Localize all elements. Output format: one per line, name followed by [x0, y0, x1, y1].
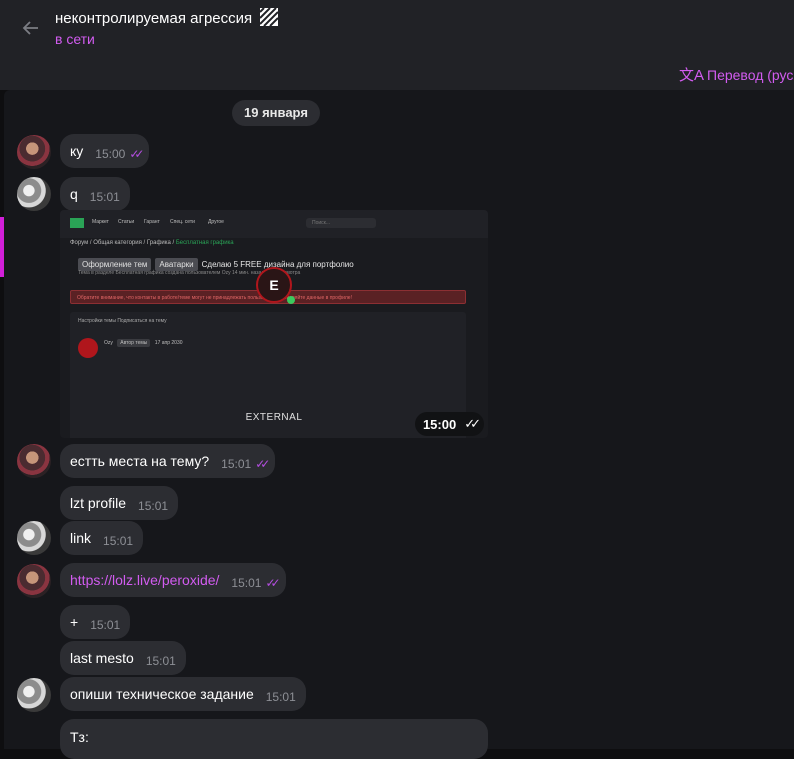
screenshot-navbar: Маркет Статьи Гарант Спец. сети Другое П… — [60, 210, 488, 238]
online-dot — [287, 296, 295, 304]
message-time: 15:00 — [95, 147, 126, 161]
arrow-left-icon[interactable] — [21, 18, 41, 38]
date-separator: 19 января — [232, 100, 320, 126]
avatar[interactable] — [17, 521, 51, 555]
message-bubble[interactable]: q 15:01 — [60, 177, 130, 211]
photo-time: 15:00 — [422, 416, 457, 432]
message-time: 15:01 — [103, 534, 134, 548]
translate-icon: 文A — [679, 67, 705, 84]
message-bubble[interactable]: опиши техническое задание 15:01 — [60, 677, 306, 711]
avatar[interactable] — [17, 135, 51, 169]
message-time: 15:01 — [90, 618, 121, 632]
read-check-icon: ✓✓ — [464, 416, 481, 431]
message-bubble[interactable]: Тз: — [60, 719, 488, 759]
online-status: в сети — [55, 31, 95, 47]
breadcrumb-item: Бесплатная графика — [175, 240, 234, 246]
post-author-avatar — [78, 338, 98, 358]
read-check-icon: ✓✓ — [265, 576, 280, 590]
translate-button[interactable]: 文AПеревод (русск — [679, 64, 794, 85]
message-bubble[interactable]: естть места на тему? 15:01 ✓✓ — [60, 444, 276, 478]
message-text: last mesto — [70, 650, 134, 666]
read-check-icon: ✓✓ — [129, 147, 144, 161]
message-link[interactable]: https://lolz.live/peroxide/ — [70, 572, 219, 588]
message-text: lzt profile — [70, 495, 127, 511]
message-bubble[interactable]: + 15:01 — [60, 605, 131, 639]
post-author-line: Ozy Автор темы 17 апр 2030 — [104, 339, 183, 347]
message-bubble[interactable]: ку 15:00 ✓✓ — [60, 134, 150, 168]
nav-item: Спец. сети — [170, 219, 195, 225]
message-time: 15:01 — [221, 457, 252, 471]
search-placeholder: Поиск... — [312, 220, 331, 226]
avatar[interactable] — [17, 678, 51, 712]
message-time: 15:01 — [145, 654, 176, 668]
photo-time-badge: 15:00 ✓✓ — [414, 412, 484, 436]
chat-title[interactable]: неконтролируемая агрессия — [55, 7, 280, 27]
author-badge: Автор темы — [117, 339, 151, 347]
message-bubble[interactable]: last mesto 15:01 — [60, 641, 186, 675]
breadcrumb-item: Общая категория — [93, 240, 142, 246]
breadcrumb-item: Графика — [146, 240, 171, 246]
screenshot-breadcrumb: Форум / Общая категория / Графика / Бесп… — [70, 240, 234, 246]
message-bubble[interactable]: https://lolz.live/peroxide/ 15:01 ✓✓ — [60, 563, 286, 597]
message-time: 15:01 — [89, 190, 120, 204]
nav-item: Гарант — [144, 219, 160, 225]
post-date: 17 апр 2030 — [154, 340, 183, 346]
avatar[interactable] — [17, 177, 51, 211]
message-text: link — [70, 530, 92, 546]
photo-attachment[interactable]: Маркет Статьи Гарант Спец. сети Другое П… — [60, 210, 488, 438]
selection-accent — [0, 217, 4, 277]
message-text: ку — [70, 143, 84, 159]
message-text: естть места на тему? — [70, 453, 210, 469]
post-header: Настройки темы Подписаться на тему — [78, 318, 167, 324]
message-bubble[interactable]: link 15:01 — [60, 521, 144, 555]
striped-square-icon — [259, 7, 280, 27]
message-text: q — [70, 186, 78, 202]
message-text: + — [70, 614, 79, 630]
screenshot-search: Поиск... — [306, 218, 376, 228]
breadcrumb-item: Форум — [70, 240, 89, 246]
message-text: Тз: — [70, 729, 89, 745]
avatar[interactable] — [17, 564, 51, 598]
nav-item: Маркет — [92, 219, 109, 225]
message-time: 15:01 — [138, 499, 169, 513]
translate-label: Перевод (русск — [707, 67, 794, 83]
message-time: 15:01 — [231, 576, 262, 590]
message-time: 15:01 — [265, 690, 296, 704]
message-bubble[interactable]: lzt profile 15:01 — [60, 486, 179, 520]
chat-title-text: неконтролируемая агрессия — [55, 10, 253, 27]
message-text: опиши техническое задание — [70, 686, 254, 702]
avatar[interactable] — [17, 444, 51, 478]
forum-logo — [70, 218, 84, 228]
nav-item: Статьи — [118, 219, 135, 225]
read-check-icon: ✓✓ — [255, 457, 270, 471]
post-author: Ozy — [104, 340, 113, 346]
nav-item: Другое — [208, 219, 224, 225]
chat-header: неконтролируемая агрессия в сети 文A Перев… — [0, 0, 794, 90]
